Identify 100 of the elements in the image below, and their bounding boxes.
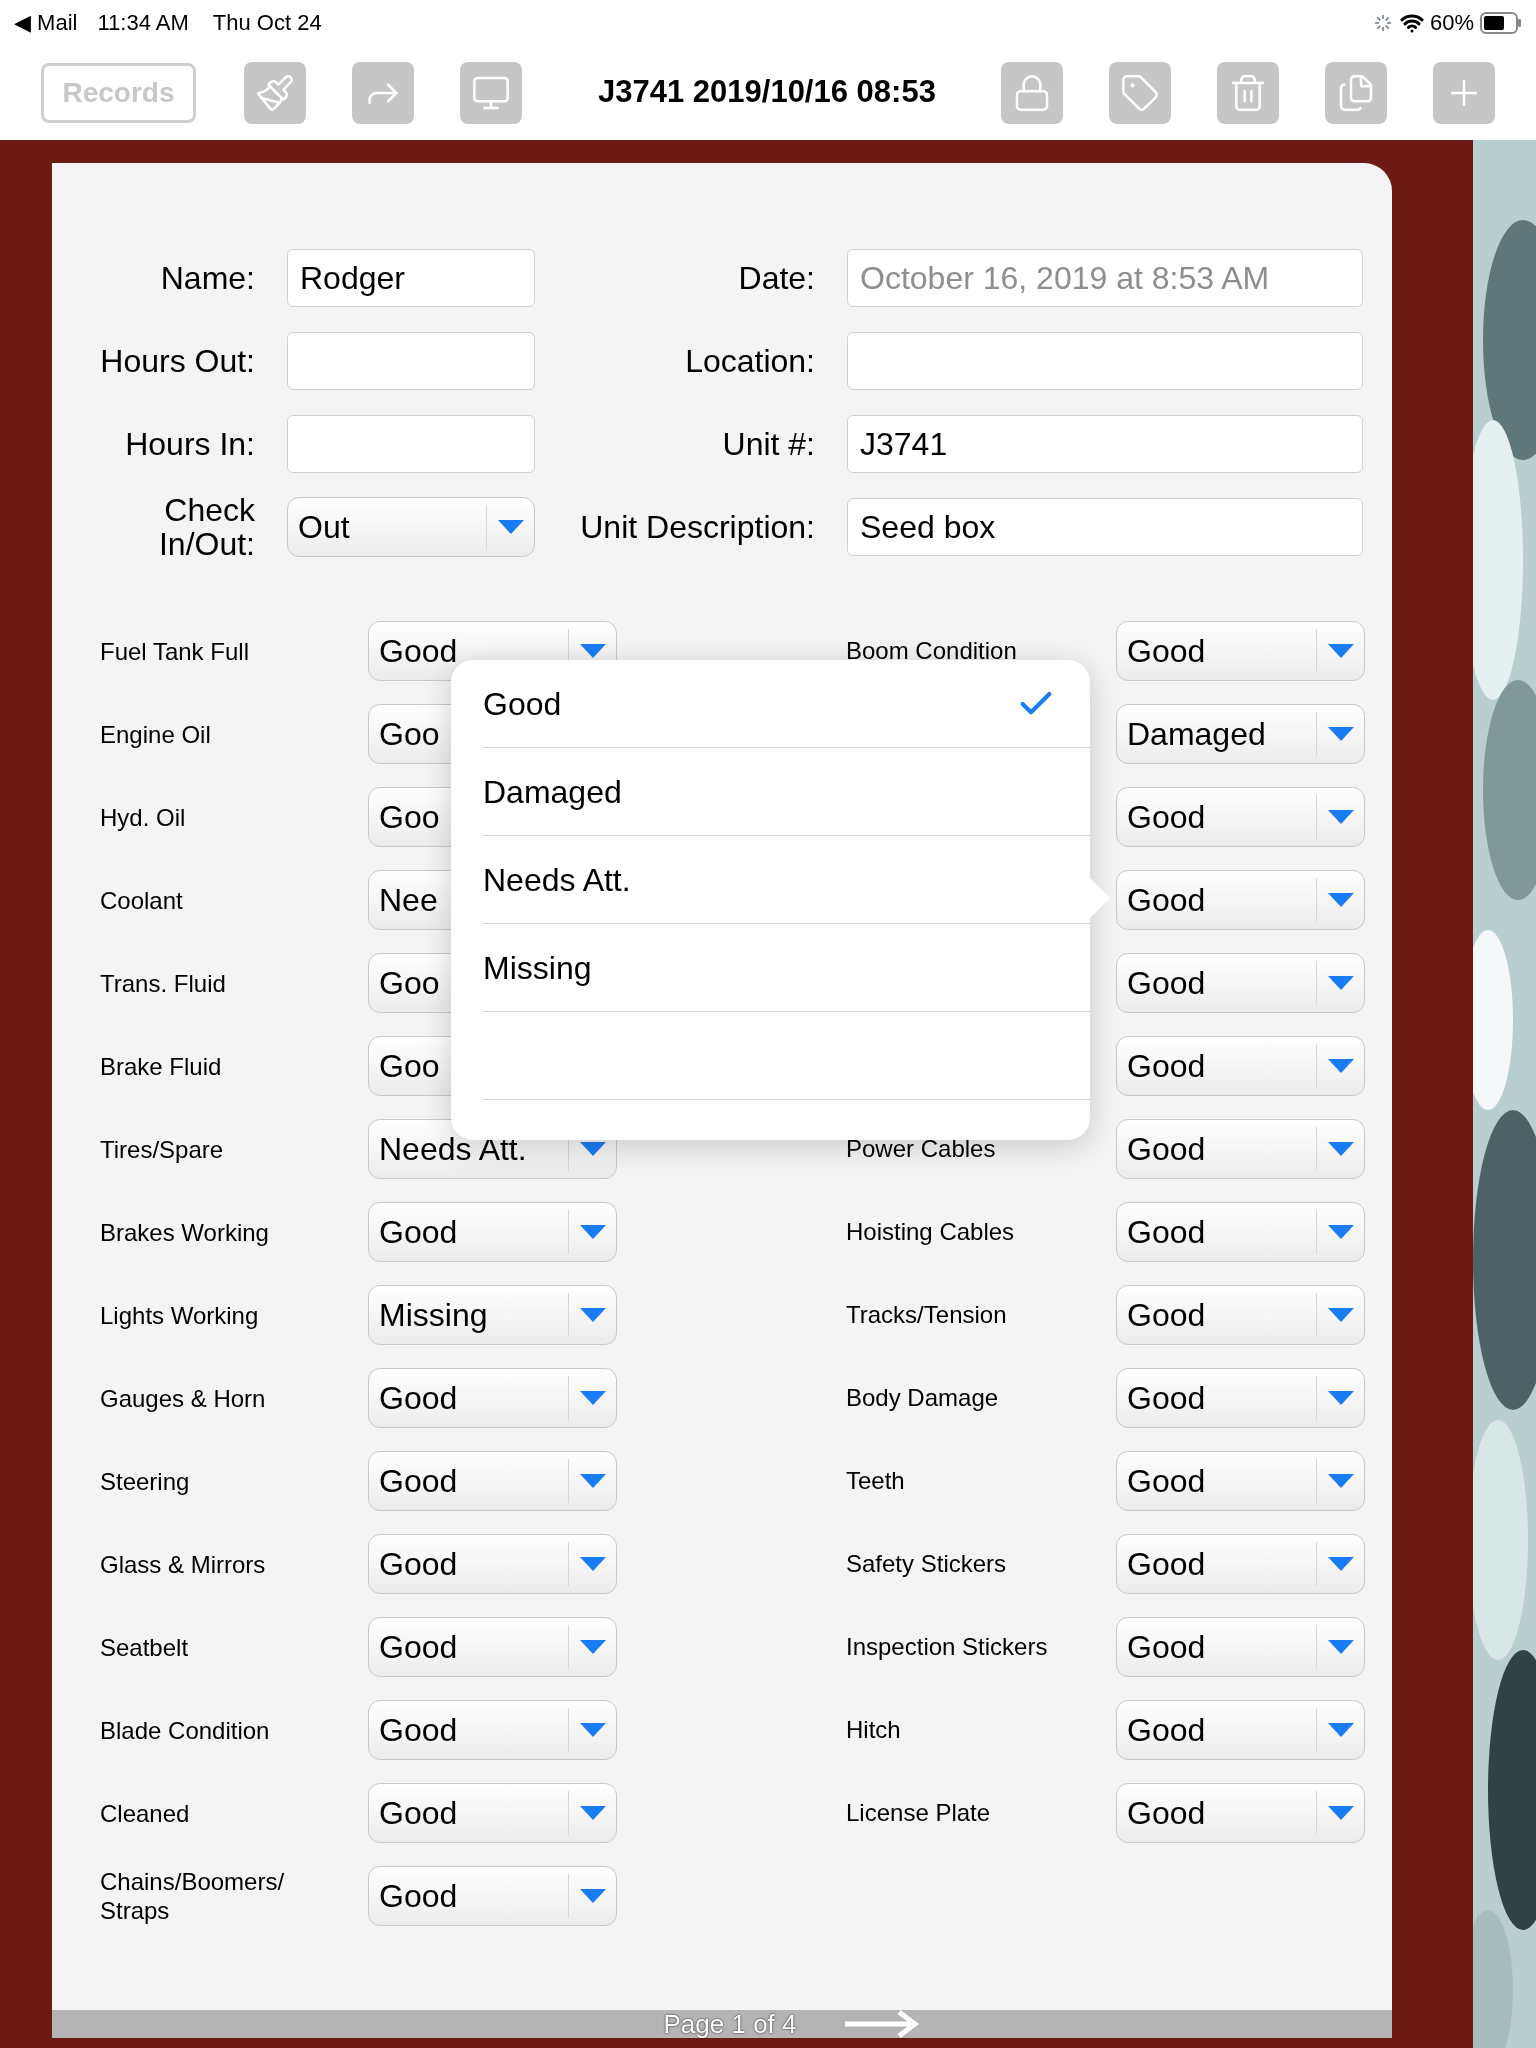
caret-icon [1327, 727, 1354, 741]
status-time: 11:34 AM [97, 9, 189, 37]
check-item-label: Gauges & Horn [100, 1383, 267, 1413]
caret-icon [579, 1640, 606, 1654]
caret-icon [1327, 1225, 1354, 1239]
status-dropdown[interactable]: Good [1116, 1202, 1365, 1262]
field-label: Unit Description: [580, 508, 815, 547]
field-label: Hours Out: [100, 344, 255, 378]
status-dropdown[interactable]: Good [368, 1783, 617, 1843]
option-item[interactable]: Needs Att. [483, 836, 1090, 924]
status-dropdown[interactable]: Damaged [1116, 704, 1365, 764]
status-dropdown[interactable]: Good [1116, 1285, 1365, 1345]
caret-icon [579, 1557, 606, 1571]
status-dropdown[interactable]: Good [1116, 787, 1365, 847]
copy-button[interactable] [1325, 61, 1387, 124]
delete-button[interactable] [1217, 61, 1279, 124]
field-label: Unit #: [722, 425, 815, 464]
check-item-label: Teeth [846, 1467, 905, 1494]
caret-icon [1327, 1640, 1354, 1654]
status-dropdown[interactable]: Out [287, 497, 535, 557]
check-item-label: Inspection Stickers [846, 1633, 1048, 1660]
caret-icon [579, 1889, 606, 1903]
monitor-button[interactable] [460, 61, 522, 124]
caret-icon [579, 1142, 606, 1156]
caret-icon [1327, 1308, 1354, 1322]
status-dropdown[interactable]: Good [1116, 1451, 1365, 1511]
status-dropdown[interactable]: Good [368, 1617, 617, 1677]
status-dropdown[interactable]: Good [1116, 1368, 1365, 1428]
option-item[interactable]: Damaged [483, 748, 1090, 836]
caret-icon [579, 644, 606, 658]
status-dropdown[interactable]: Good [1116, 1119, 1365, 1179]
status-dropdown[interactable]: Good [1116, 1617, 1365, 1677]
text-field[interactable] [287, 332, 535, 390]
battery-percent: 60% [1429, 9, 1474, 37]
add-button[interactable] [1433, 61, 1495, 124]
option-item[interactable]: Missing [483, 924, 1090, 1012]
text-field[interactable] [847, 332, 1363, 390]
text-field[interactable]: Rodger [287, 249, 535, 307]
status-date: Thu Oct 24 [212, 9, 322, 37]
check-item-label: Glass & Mirrors [100, 1549, 267, 1579]
check-item-label: Hyd. Oil [100, 802, 187, 832]
caret-icon [579, 1806, 606, 1820]
caret-icon [579, 1391, 606, 1405]
status-dropdown[interactable]: Good [1116, 1783, 1365, 1843]
check-item-label: Brake Fluid [100, 1051, 223, 1081]
status-dropdown[interactable]: Good [368, 1202, 617, 1262]
tag-button[interactable] [1109, 61, 1171, 124]
check-item-label: Fuel Tank Full [100, 636, 250, 666]
check-item-label: Chains/Boomers/ Straps [100, 1867, 286, 1925]
caret-icon [1327, 1391, 1354, 1405]
caret-icon [579, 1308, 606, 1322]
status-dropdown[interactable]: Good [368, 1700, 617, 1760]
field-label: Name: [160, 261, 255, 295]
check-item-label: Engine Oil [100, 719, 212, 749]
status-dropdown[interactable]: Good [368, 1866, 617, 1926]
status-dropdown[interactable]: Good [1116, 1700, 1365, 1760]
caret-icon [1327, 1723, 1354, 1737]
caret-icon [1327, 1142, 1354, 1156]
field-label: Check In/Out: [157, 493, 255, 561]
battery-icon [1480, 11, 1522, 34]
check-item-label: Power Cables [846, 1135, 996, 1162]
caret-icon [1327, 1059, 1354, 1073]
check-item-label: Body Damage [846, 1384, 999, 1411]
check-item-label: Hitch [846, 1716, 901, 1743]
status-dropdown[interactable]: Good [1116, 953, 1365, 1013]
text-field[interactable]: J3741 [847, 415, 1363, 473]
check-item-label: Steering [100, 1466, 191, 1496]
caret-icon [1327, 1557, 1354, 1571]
caret-icon [1327, 810, 1354, 824]
status-dropdown[interactable]: Good [1116, 1534, 1365, 1594]
caret-icon [1327, 893, 1354, 907]
status-dropdown[interactable]: Good [1116, 870, 1365, 930]
text-field[interactable]: October 16, 2019 at 8:53 AM [847, 249, 1363, 307]
status-dropdown[interactable]: Missing [368, 1285, 617, 1345]
status-dropdown[interactable]: Good [368, 1451, 617, 1511]
caret-icon [1327, 976, 1354, 990]
text-field[interactable]: Seed box [847, 498, 1363, 556]
check-item-label: Hoisting Cables [846, 1218, 1015, 1245]
status-dropdown[interactable]: Good [368, 1368, 617, 1428]
check-item-label: Lights Working [100, 1300, 260, 1330]
caret-icon [1327, 1474, 1354, 1488]
status-dropdown[interactable]: Good [1116, 1036, 1365, 1096]
check-item-label: Blade Condition [100, 1715, 271, 1745]
field-label: Location: [685, 342, 815, 381]
check-item-label: Coolant [100, 885, 184, 915]
caret-icon [497, 520, 524, 534]
status-dropdown[interactable]: Good [1116, 621, 1365, 681]
option-item[interactable]: Good [483, 660, 1090, 748]
forward-button[interactable] [352, 61, 414, 124]
page-indicator: Page 1 of 4 [663, 2007, 797, 2041]
text-field[interactable] [287, 415, 535, 473]
back-link[interactable]: ◀ Mail [14, 6, 78, 39]
lock-button[interactable] [1001, 61, 1063, 124]
status-dropdown[interactable]: Good [368, 1534, 617, 1594]
caret-icon [579, 1225, 606, 1239]
record-title: J3741 2019/10/16 08:53 [598, 73, 936, 112]
check-item-label: Brakes Working [100, 1217, 270, 1247]
check-item-label: Safety Stickers [846, 1550, 1007, 1577]
paintbrush-button[interactable] [244, 61, 306, 124]
caret-icon [1327, 644, 1354, 658]
